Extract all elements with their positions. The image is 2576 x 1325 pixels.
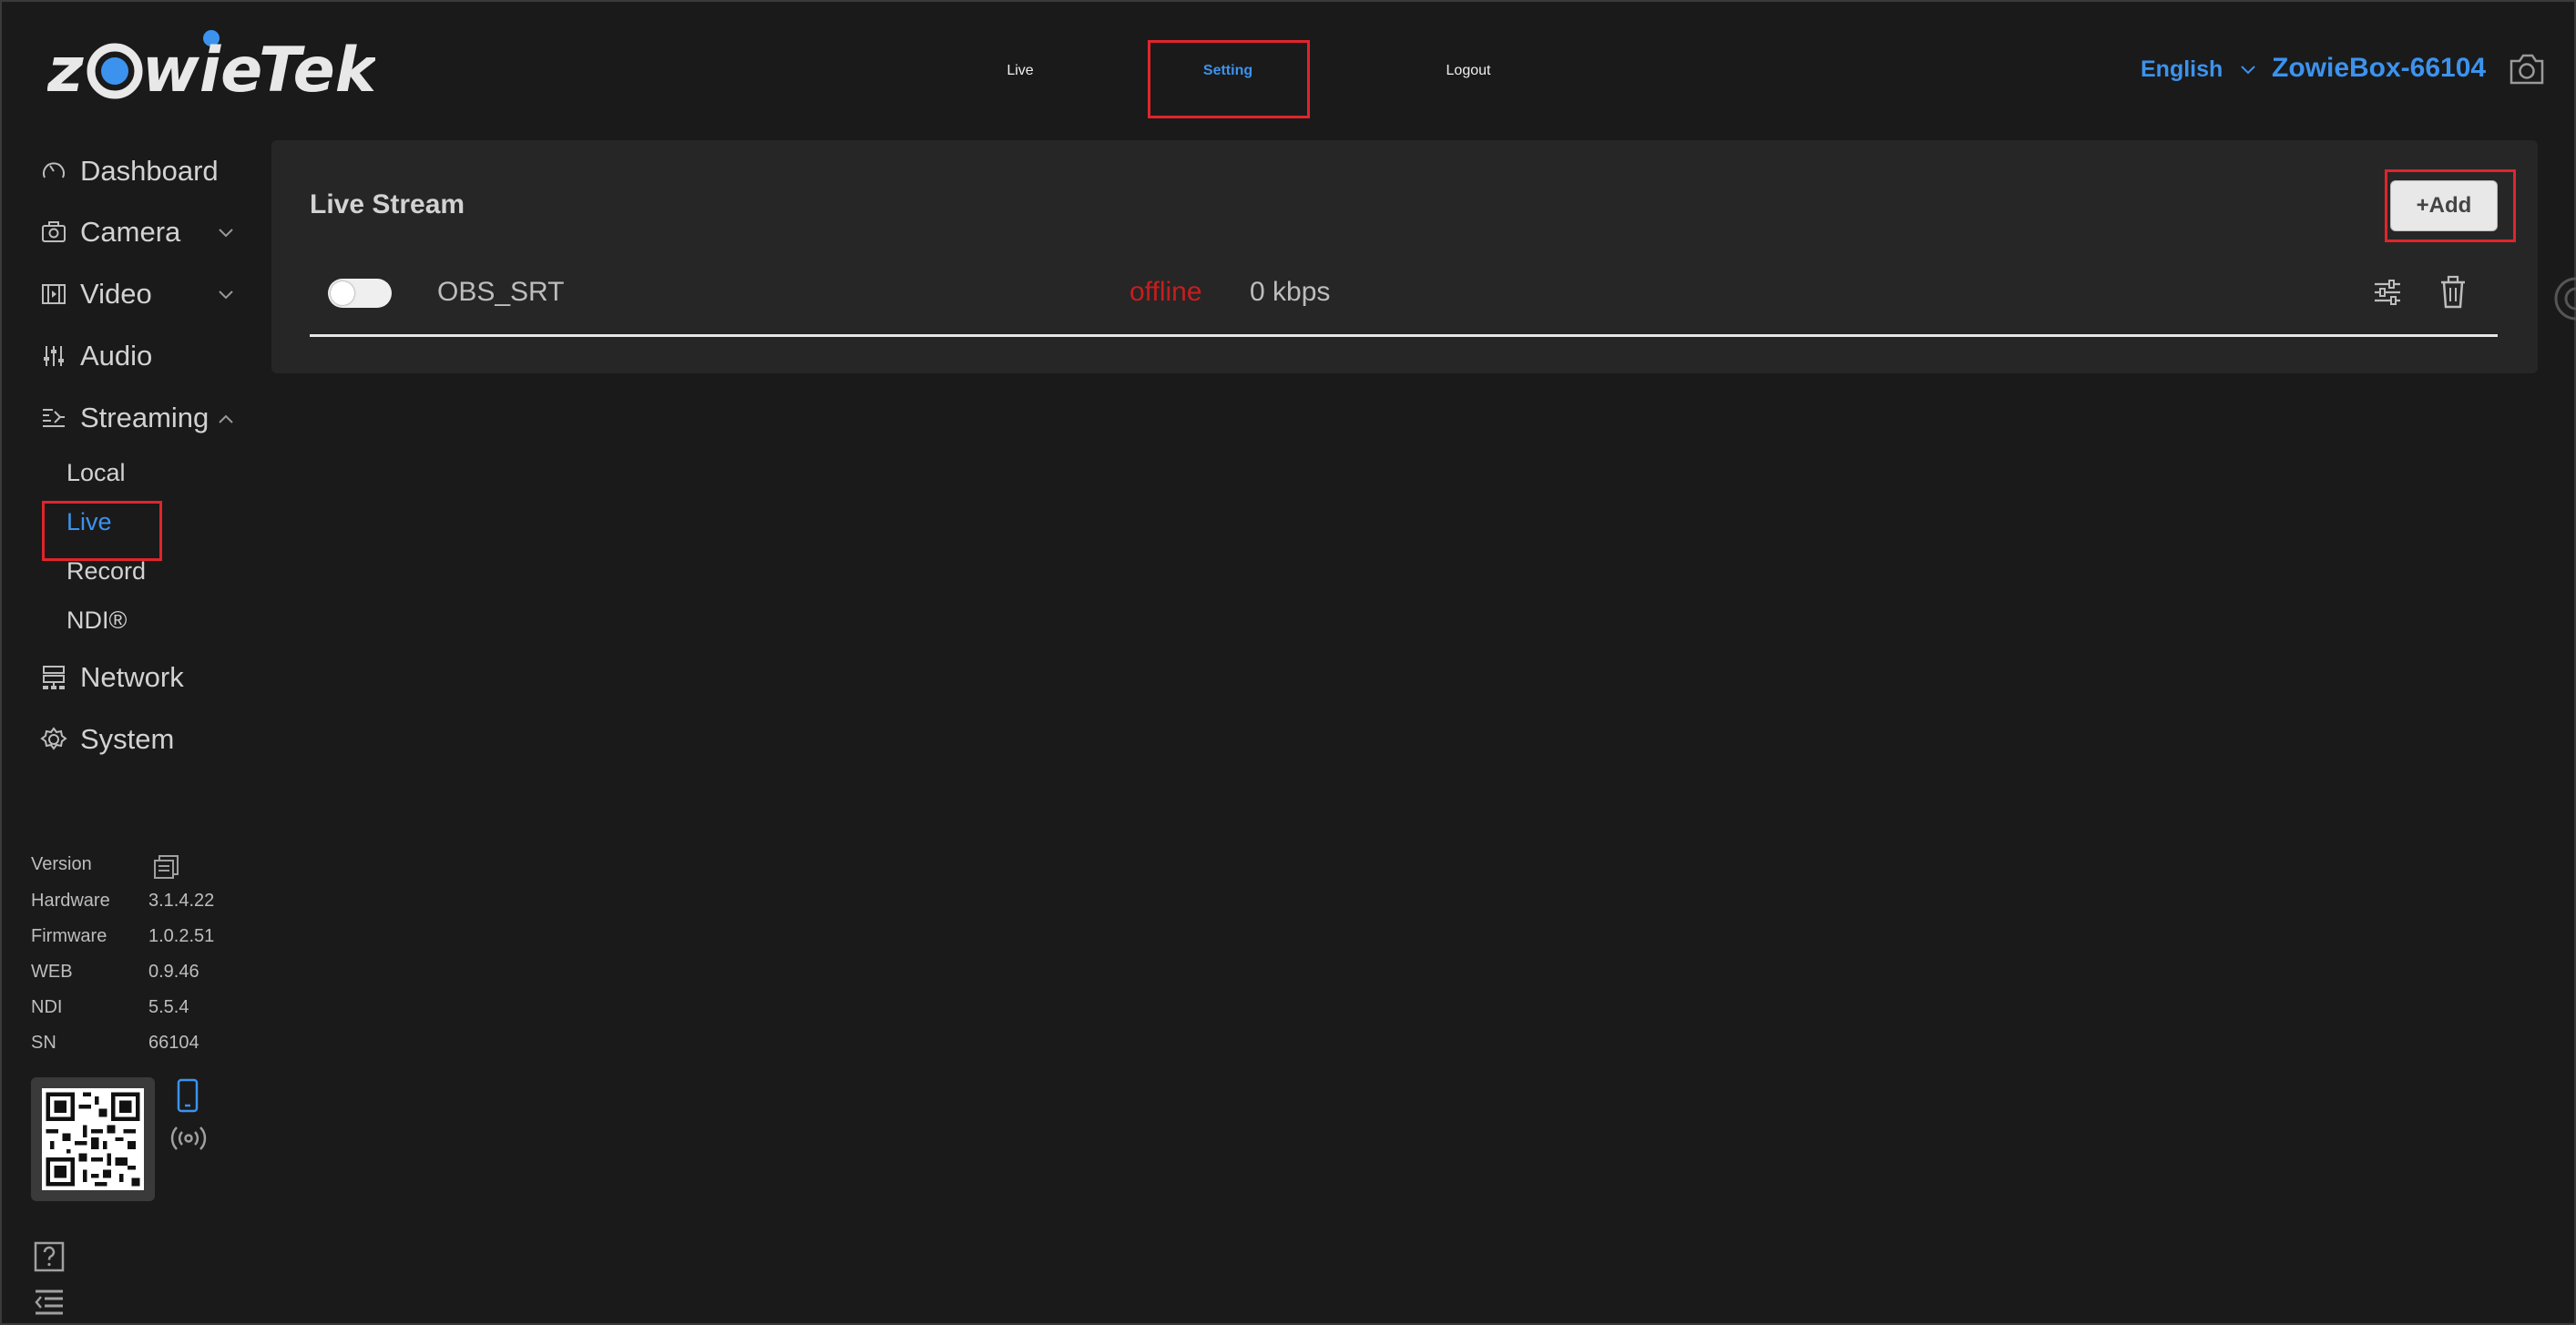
version-firmware-label: Firmware <box>31 926 107 946</box>
stream-row: OBS_SRT offline 0 kbps <box>310 268 2498 337</box>
qr-code <box>31 1077 155 1201</box>
help-icon[interactable] <box>33 1240 66 1273</box>
broadcast-signal-icon[interactable] <box>169 1122 208 1155</box>
sidebar-item-label: Streaming <box>80 402 210 433</box>
zowietek-logo[interactable]: z wie Tek <box>46 27 380 109</box>
video-film-icon <box>42 284 66 304</box>
version-web-value: 0.9.46 <box>148 962 199 982</box>
toggle-knob <box>331 281 354 305</box>
snapshot-camera-icon[interactable] <box>2509 53 2545 86</box>
chevron-down-icon <box>219 229 233 238</box>
sidebar-item-label: Audio <box>80 340 153 372</box>
sidebar-item-label: Camera <box>80 216 181 248</box>
sidebar-subitem-record[interactable]: Record <box>66 557 146 586</box>
copy-icon[interactable] <box>153 854 180 880</box>
svg-text:z: z <box>47 35 84 107</box>
stream-name: OBS_SRT <box>437 277 565 307</box>
stream-settings-sliders-icon[interactable] <box>2372 277 2403 308</box>
sidebar-item-video[interactable]: Video <box>40 270 233 318</box>
floating-help-edge-icon[interactable] <box>2550 273 2576 324</box>
sidebar-item-streaming[interactable]: Streaming <box>40 394 233 442</box>
stream-enable-toggle[interactable] <box>328 279 392 308</box>
dashboard-gauge-icon <box>43 162 65 178</box>
panel-title: Live Stream <box>310 189 465 219</box>
version-hardware-label: Hardware <box>31 891 110 911</box>
add-stream-button[interactable]: +Add <box>2390 180 2498 231</box>
camera-icon <box>42 221 66 242</box>
version-hardware-value: 3.1.4.22 <box>148 891 215 911</box>
chevron-down-icon <box>219 290 233 300</box>
streaming-icon <box>43 409 65 427</box>
top-header: z wie Tek Live Setting Logout English Zo… <box>0 0 2576 138</box>
sidebar-item-camera[interactable]: Camera <box>40 209 233 256</box>
version-sn-label: SN <box>31 1033 56 1053</box>
version-ndi-value: 5.5.4 <box>148 997 189 1017</box>
sidebar-item-label: System <box>80 723 175 755</box>
sidebar-item-system[interactable]: System <box>40 716 174 763</box>
nav-setting[interactable]: Setting <box>1150 33 1306 109</box>
delete-trash-icon[interactable] <box>2439 275 2467 310</box>
live-stream-panel: Live Stream +Add OBS_SRT offline 0 kbps <box>271 140 2538 373</box>
sidebar-item-network[interactable]: Network <box>40 654 184 701</box>
collapse-menu-icon[interactable] <box>33 1288 66 1317</box>
svg-text:Tek: Tek <box>259 35 375 107</box>
sidebar-subitem-live[interactable]: Live <box>66 508 112 536</box>
device-name: ZowieBox-66104 <box>2272 53 2487 83</box>
sidebar-item-label: Dashboard <box>80 155 219 187</box>
nav-live[interactable]: Live <box>967 33 1073 109</box>
chevron-up-icon <box>219 414 233 423</box>
sidebar-subitem-local[interactable]: Local <box>66 459 126 487</box>
mobile-phone-icon[interactable] <box>175 1078 200 1113</box>
gear-icon <box>40 727 67 750</box>
audio-mixer-icon <box>44 346 64 366</box>
chevron-down-icon <box>2241 65 2256 74</box>
stream-bitrate: 0 kbps <box>1250 277 1331 307</box>
nav-logout[interactable]: Logout <box>1395 33 1541 109</box>
stream-status: offline <box>1130 277 1202 307</box>
svg-text:wie: wie <box>142 35 262 107</box>
sidebar-item-label: Video <box>80 278 152 310</box>
language-select[interactable]: English <box>2141 56 2256 83</box>
sidebar-item-audio[interactable]: Audio <box>40 332 152 380</box>
language-value: English <box>2141 56 2223 82</box>
network-icon <box>43 666 65 689</box>
sidebar-subitem-ndi[interactable]: NDI® <box>66 606 127 635</box>
version-title: Version <box>31 854 92 874</box>
version-firmware-value: 1.0.2.51 <box>148 926 215 946</box>
sidebar-item-dashboard[interactable]: Dashboard <box>40 148 219 195</box>
version-sn-value: 66104 <box>148 1033 199 1053</box>
sidebar-item-label: Network <box>80 661 184 693</box>
version-ndi-label: NDI <box>31 997 63 1017</box>
version-web-label: WEB <box>31 962 73 982</box>
